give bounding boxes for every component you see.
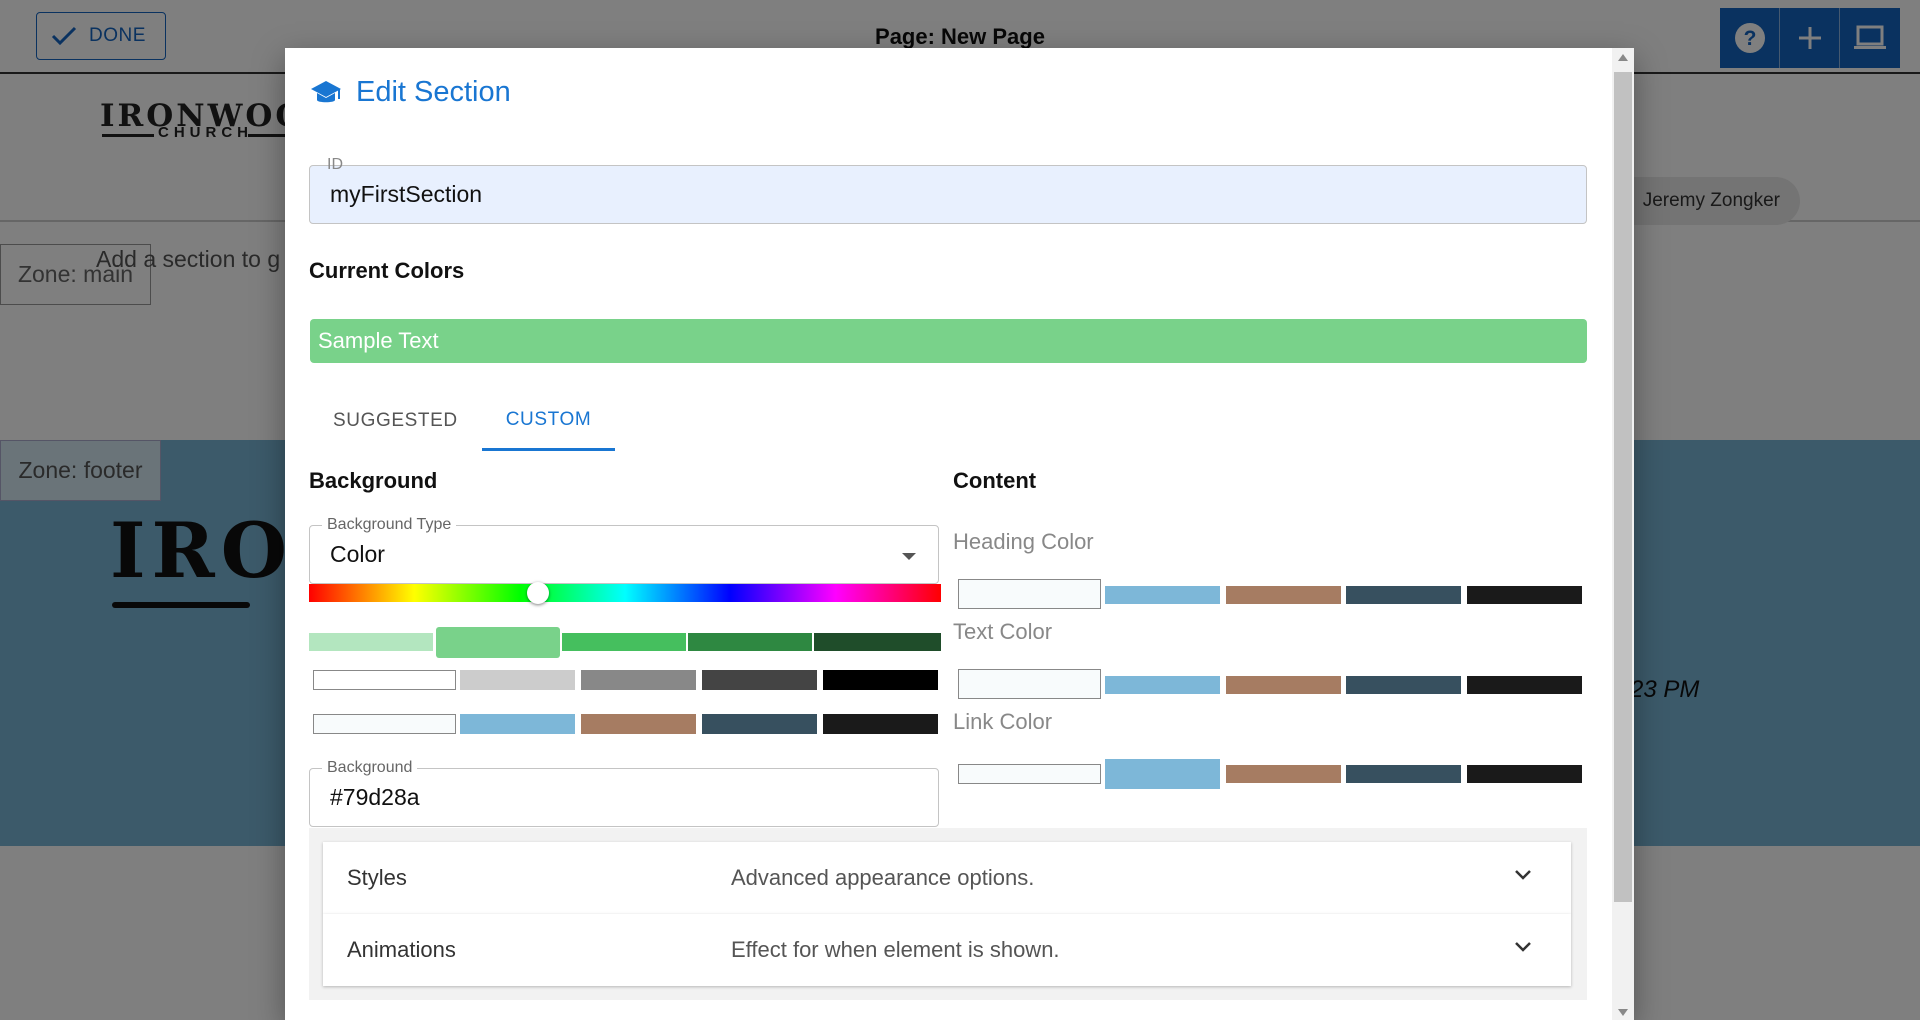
shade-swatch-1[interactable] <box>309 633 433 651</box>
color-tabs: SUGGESTED CUSTOM <box>309 391 616 451</box>
background-type-label: Background Type <box>322 515 457 535</box>
heading-color-swatch-3[interactable] <box>1226 586 1341 604</box>
palette-swatch-4[interactable] <box>702 714 817 734</box>
content-heading: Content <box>953 468 1037 493</box>
background-color-field[interactable]: Background #79d28a <box>309 758 939 827</box>
link-color-swatch-5[interactable] <box>1467 765 1582 783</box>
heading-color-swatch-4[interactable] <box>1346 586 1461 604</box>
text-color-swatch-1[interactable] <box>958 669 1101 699</box>
shade-swatch-4[interactable] <box>688 633 812 651</box>
id-field-value: myFirstSection <box>330 181 483 207</box>
link-color-swatch-3[interactable] <box>1226 765 1341 783</box>
accordion-animations-description: Effect for when element is shown. <box>731 937 1060 962</box>
edit-section-dialog: Edit Section ID myFirstSection Current C… <box>285 48 1634 1020</box>
dropdown-arrow-icon <box>902 553 916 560</box>
gray-swatch-mid[interactable] <box>581 670 696 690</box>
id-field-label: ID <box>327 156 343 173</box>
accordion-group: Styles Advanced appearance options. Anim… <box>309 828 1587 1000</box>
scroll-down-arrow-icon[interactable] <box>1618 1009 1628 1016</box>
graduation-cap-icon <box>311 80 341 102</box>
link-color-label: Link Color <box>953 709 1053 734</box>
link-color-swatch-1[interactable] <box>958 764 1101 784</box>
shade-swatch-2-selected[interactable] <box>436 627 560 658</box>
accordion-styles[interactable]: Styles Advanced appearance options. <box>323 842 1571 914</box>
text-color-swatch-4[interactable] <box>1346 676 1461 694</box>
background-type-value: Color <box>330 541 385 567</box>
palette-swatch-3[interactable] <box>581 714 696 734</box>
chevron-down-icon <box>1515 942 1531 952</box>
chevron-down-icon <box>1515 870 1531 880</box>
palette-swatch-2[interactable] <box>460 714 575 734</box>
background-type-select[interactable]: Background Type Color <box>309 515 939 584</box>
tab-custom[interactable]: CUSTOM <box>481 391 616 451</box>
background-heading: Background <box>309 468 438 493</box>
dialog-scrollbar[interactable] <box>1612 48 1634 1020</box>
heading-color-swatch-1[interactable] <box>958 579 1101 609</box>
dialog-title: Edit Section <box>310 76 511 109</box>
text-color-label: Text Color <box>953 619 1053 644</box>
heading-color-swatch-2[interactable] <box>1105 586 1220 604</box>
scrollbar-thumb[interactable] <box>1614 72 1632 902</box>
link-color-swatch-2-selected[interactable] <box>1105 759 1220 789</box>
heading-color-swatch-5[interactable] <box>1467 586 1582 604</box>
background-field-value: #79d28a <box>330 784 420 810</box>
text-color-swatch-2[interactable] <box>1105 676 1220 694</box>
scroll-up-arrow-icon[interactable] <box>1618 54 1628 61</box>
gray-swatch-black[interactable] <box>823 670 938 690</box>
gray-swatch-dark[interactable] <box>702 670 817 690</box>
shade-swatch-3[interactable] <box>562 633 686 651</box>
current-colors-heading: Current Colors <box>309 258 465 283</box>
accordion-styles-description: Advanced appearance options. <box>731 865 1035 890</box>
shade-swatch-5[interactable] <box>814 633 941 651</box>
sample-text: Sample Text <box>318 328 439 353</box>
background-field-label: Background <box>322 758 418 778</box>
gray-swatch-light[interactable] <box>460 670 575 690</box>
dialog-title-text: Edit Section <box>356 76 511 108</box>
sample-text-preview: Sample Text <box>310 319 1587 363</box>
link-color-swatch-4[interactable] <box>1346 765 1461 783</box>
accordion-styles-title: Styles <box>347 865 407 890</box>
text-color-swatch-5[interactable] <box>1467 676 1582 694</box>
id-field[interactable]: ID myFirstSection <box>309 156 1587 224</box>
palette-swatch-5[interactable] <box>823 714 938 734</box>
palette-swatch-1[interactable] <box>313 714 456 734</box>
hue-slider[interactable] <box>309 584 941 602</box>
tab-suggested[interactable]: SUGGESTED <box>309 391 482 451</box>
accordion-animations[interactable]: Animations Effect for when element is sh… <box>323 914 1571 986</box>
accordion-animations-title: Animations <box>347 937 456 962</box>
text-color-swatch-3[interactable] <box>1226 676 1341 694</box>
gray-swatch-white[interactable] <box>313 670 456 690</box>
hue-slider-handle[interactable] <box>527 582 549 604</box>
heading-color-label: Heading Color <box>953 529 1094 554</box>
